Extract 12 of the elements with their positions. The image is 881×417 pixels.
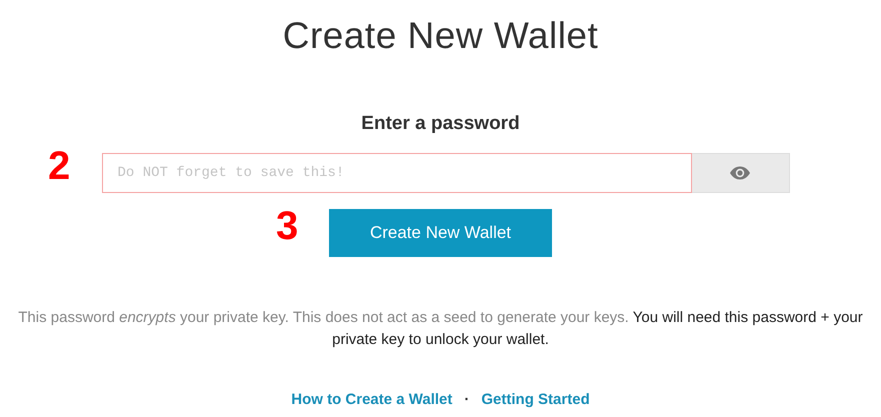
password-field[interactable]: Do NOT forget to save this! [102,153,692,193]
page-title: Create New Wallet [282,14,598,58]
link-separator: · [464,391,470,408]
eye-icon [729,166,751,180]
annotation-number: 3 [276,204,298,248]
password-note: This password encrypts your private key. This does not act as a seed to generate your keys. You will need this password + your private key to unlock your wallet. [17,308,864,350]
password-label: Enter a password [361,112,520,136]
help-link[interactable]: Getting Started [481,391,590,408]
help-link[interactable]: How to Create a Wallet [291,391,452,408]
show-password-button[interactable] [692,153,790,193]
annotation-number: 2 [48,144,70,188]
create-wallet-button[interactable]: Create New Wallet [329,209,552,257]
